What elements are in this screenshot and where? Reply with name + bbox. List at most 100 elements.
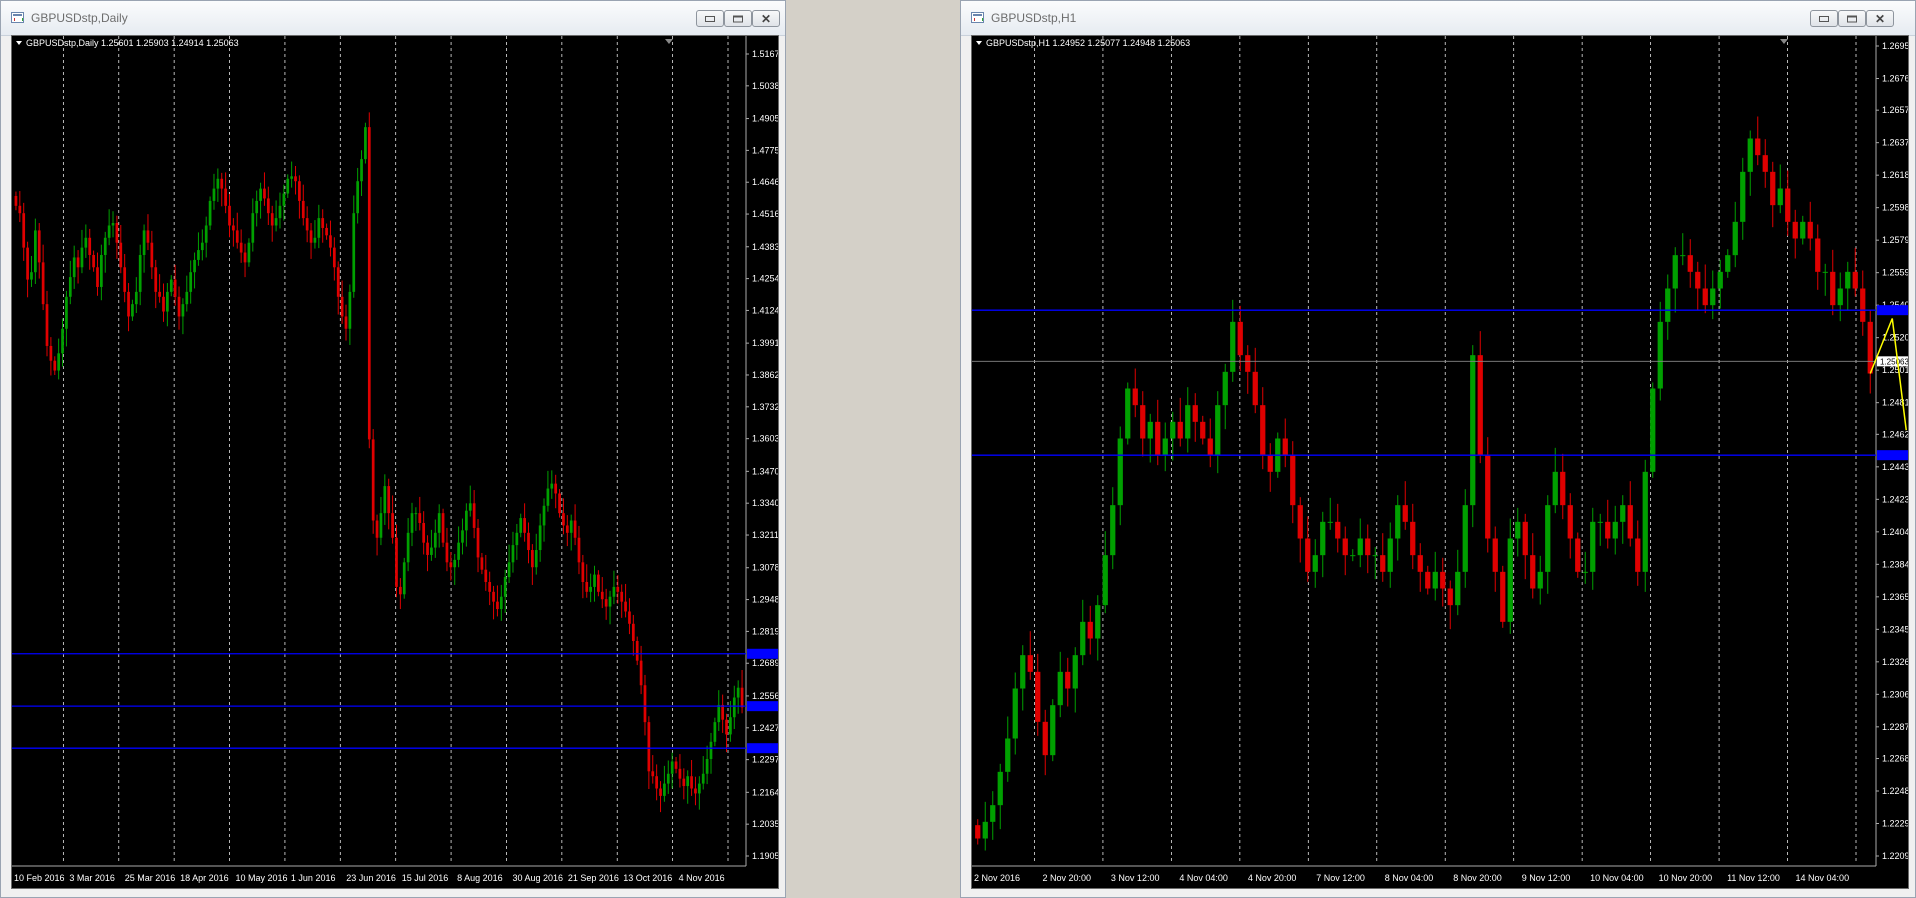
maximize-button[interactable] [724,10,752,27]
candle-body [1192,405,1198,422]
candle-body [103,237,107,255]
candle-body [282,193,286,206]
y-axis-tick-label: 1.45165 [752,209,779,219]
candle-body [80,247,84,268]
candle-body [484,569,488,582]
candle-body [1537,571,1543,589]
close-button[interactable]: ✕ [1866,10,1894,27]
x-axis-tick-label: 18 Apr 2016 [180,873,229,883]
x-axis-tick-label: 9 Nov 12:00 [1522,873,1571,883]
chart-plot-area[interactable]: 2 Nov 2016 2 Nov 20:00 3 Nov 12:00 4 Nov 04… [972,36,1909,889]
candle-body [1005,738,1011,772]
candle-body [511,545,515,563]
candle-body [527,532,530,551]
x-axis-tick-label: 8 Nov 04:00 [1385,873,1434,883]
x-axis-tick-label: 23 Jun 2016 [346,873,396,883]
candle-body [216,178,220,189]
candle-body [14,195,18,206]
collapse-triangle-icon[interactable] [16,41,22,46]
window-title: GBPUSDstp,H1 [991,11,1077,25]
chart-window-h1[interactable]: GBPUSDstp,H1 ✕ 2 Nov 2016 2 Nov 20:00 3 No… [960,0,1916,898]
candle-body [1155,421,1161,456]
candle-body [1327,521,1333,523]
candle-body [1477,355,1483,456]
y-axis-tick-label: 1.24430 [1882,462,1909,472]
candle-body [1822,271,1828,273]
collapse-triangle-icon[interactable] [976,41,982,46]
candle-body [243,252,247,263]
y-axis-tick-label: 1.39915 [752,338,779,348]
candle-body [1807,221,1813,239]
candle-body [340,296,344,317]
x-axis-tick-label: 4 Nov 2016 [679,873,725,883]
candle-body [131,304,134,317]
candle-body [402,562,406,595]
y-axis-tick-label: 1.24625 [1882,429,1909,439]
y-axis-tick-label: 1.34700 [752,466,779,476]
x-axis-tick-label: 8 Nov 20:00 [1453,873,1502,883]
candle-body [1282,438,1288,456]
x-axis-tick-label: 1 Jun 2016 [291,873,336,883]
chart-window-icon [971,12,984,23]
candle-body [301,200,305,219]
candle-body [1057,671,1063,706]
candle-body [686,776,690,787]
candle-body [1665,288,1671,322]
candle-body [678,768,682,779]
x-axis-tick-label: 2 Nov 20:00 [1042,873,1091,883]
window-titlebar[interactable]: GBPUSDstp,Daily ✕ [1,1,785,36]
chart-plot-area[interactable]: 10 Feb 2016 3 Mar 2016 25 Mar 2016 18 Apr 2… [12,36,779,889]
candle-body [18,205,22,214]
candle-body [659,788,662,796]
candle-body [107,225,111,238]
candle-body [30,272,33,280]
candle-body [694,788,697,794]
candle-body [1635,538,1641,572]
y-axis-tick-label: 1.43835 [752,242,779,252]
level-price-tag [747,743,778,754]
x-axis-tick-label: 4 Nov 20:00 [1248,873,1297,883]
y-axis-tick-label: 1.26180 [1882,170,1909,180]
y-axis-tick-label: 1.41245 [752,305,779,315]
candle-body [1335,521,1341,539]
candle-body [437,513,441,533]
candle-body [329,235,332,248]
candle-body [717,704,721,723]
chart-shift-marker-icon[interactable] [665,39,673,44]
candle-body [418,513,422,523]
candle-body [472,503,476,528]
candle-body [414,513,418,515]
candle-body [96,267,99,287]
candle-body [990,805,996,822]
candle-body [713,722,717,742]
candle-body [1522,521,1528,556]
candle-body [1845,271,1851,289]
candle-body [356,181,360,214]
x-axis-tick-label: 15 Jul 2016 [402,873,449,883]
candle-body [1042,721,1048,756]
x-axis-tick-label: 13 Oct 2016 [623,873,672,883]
price-chart[interactable]: 2 Nov 2016 2 Nov 20:00 3 Nov 12:00 4 Nov 04… [971,35,1909,889]
window-titlebar[interactable]: GBPUSDstp,H1 ✕ [961,1,1915,36]
close-button[interactable]: ✕ [752,10,780,27]
candle-body [1410,521,1416,556]
candle-body [422,522,426,543]
candle-body [1140,405,1146,439]
candle-body [1125,388,1131,439]
minimize-button[interactable] [696,10,724,27]
minimize-button[interactable] [1810,10,1838,27]
candle-body [1725,255,1731,272]
chart-window-daily[interactable]: GBPUSDstp,Daily ✕ 10 Feb 2016 3 Mar 2016 2… [0,0,786,898]
chart-shift-marker-icon[interactable] [1780,39,1788,44]
candle-body [169,279,173,292]
current-price-label: 1.25063 [1880,357,1909,366]
candle-body [1222,371,1228,406]
y-axis-tick-label: 1.21645 [752,787,779,797]
candle-body [266,198,270,214]
maximize-button[interactable] [1838,10,1866,27]
price-chart[interactable]: 10 Feb 2016 3 Mar 2016 25 Mar 2016 18 Apr 2… [11,35,779,889]
candle-body [433,532,437,548]
close-icon: ✕ [760,11,772,26]
candle-body [166,291,169,312]
candle-body [127,291,130,317]
